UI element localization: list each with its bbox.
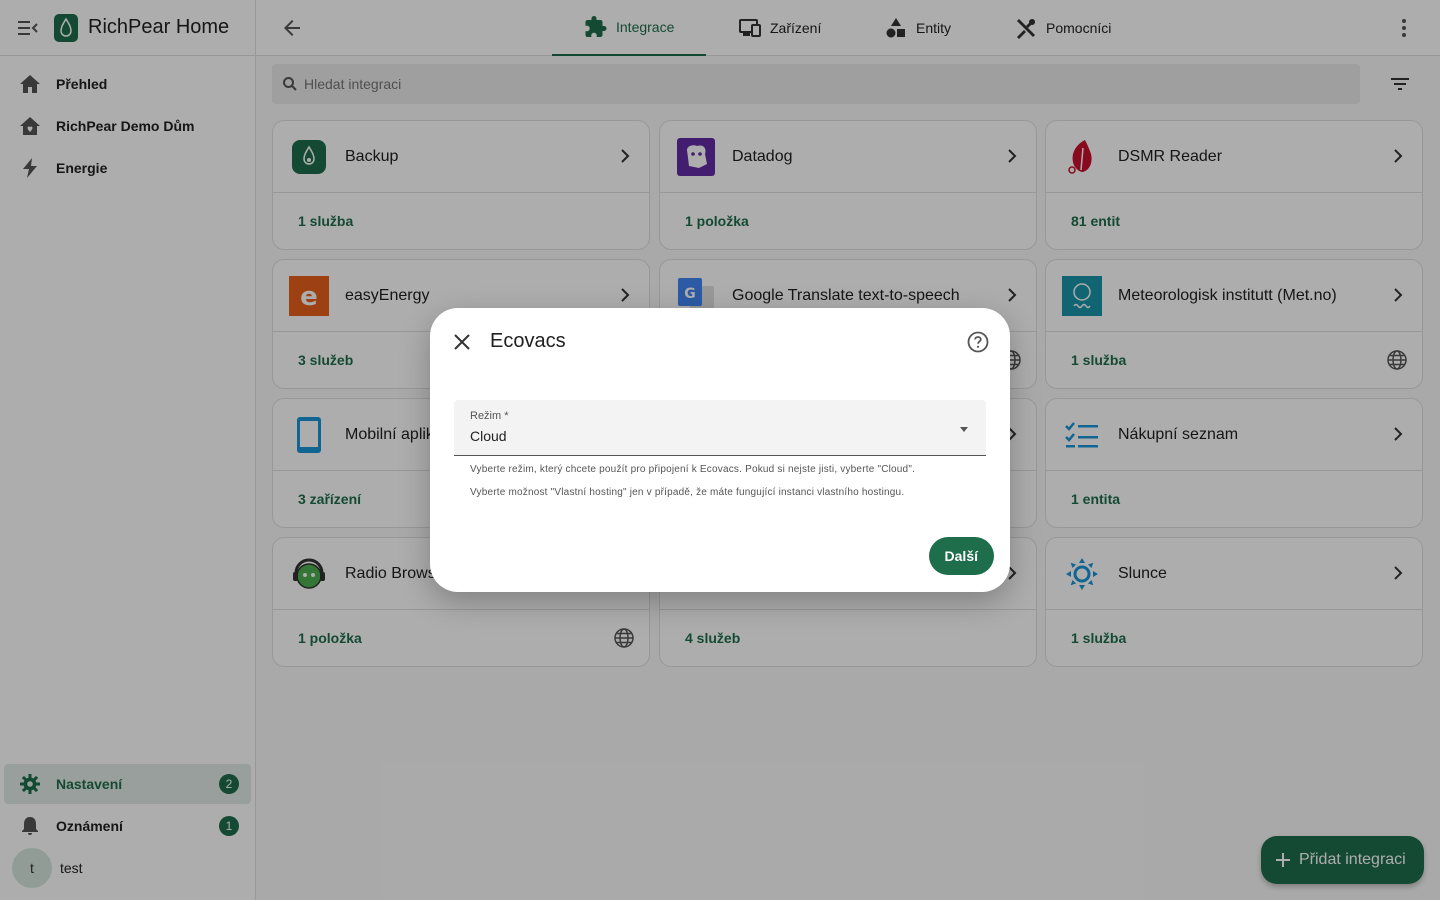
help-icon[interactable] (966, 330, 990, 354)
close-icon[interactable] (450, 330, 474, 354)
mode-helper-text-2: Vyberte možnost "Vlastní hosting" jen v … (470, 487, 905, 498)
config-flow-dialog: Ecovacs Režim * Cloud Vyberte režim, kte… (430, 308, 1010, 592)
mode-select-label: Režim * (470, 410, 509, 422)
mode-select-value: Cloud (470, 428, 507, 444)
dialog-title: Ecovacs (490, 330, 566, 352)
next-button[interactable]: Další (928, 537, 994, 575)
mode-select[interactable]: Režim * Cloud (454, 400, 986, 456)
chevron-down-icon (958, 422, 970, 434)
mode-helper-text: Vyberte režim, který chcete použít pro p… (470, 464, 916, 475)
